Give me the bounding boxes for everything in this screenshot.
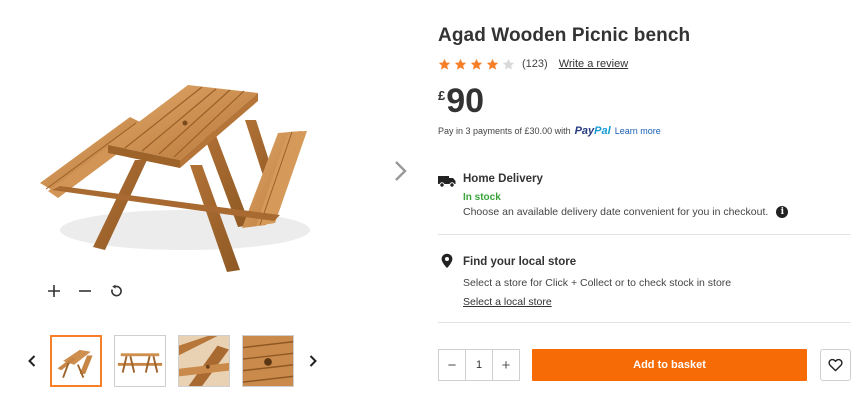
find-store-heading: Find your local store: [463, 256, 577, 268]
home-delivery-heading: Home Delivery: [463, 173, 543, 185]
next-image-button[interactable]: [392, 158, 410, 184]
paypal-logo: PayPal: [574, 125, 611, 137]
main-product-image[interactable]: [30, 65, 320, 280]
chevron-right-icon: [309, 355, 317, 367]
info-icon[interactable]: i: [776, 206, 789, 218]
truck-icon: [437, 173, 457, 189]
star-filled-icon: [470, 58, 483, 70]
quantity-decrease-button[interactable]: −: [439, 350, 465, 380]
star-rating: [438, 58, 515, 71]
thumbnails-next-button[interactable]: [306, 352, 320, 370]
thumbnail-image: [57, 349, 93, 378]
thumbnail-2[interactable]: [114, 335, 166, 387]
star-filled-icon: [454, 58, 467, 70]
chevron-left-icon: [28, 355, 36, 367]
thumbnails-prev-button[interactable]: [25, 352, 39, 370]
picnic-bench-image: [40, 85, 310, 272]
store-description: Select a store for Click + Collect or to…: [463, 277, 732, 289]
quantity-input[interactable]: 1: [465, 350, 493, 380]
delivery-info: Choose an available delivery date conven…: [463, 206, 789, 218]
thumbnail-image: [117, 353, 163, 373]
write-review-link[interactable]: Write a review: [559, 58, 628, 70]
product-rating[interactable]: (123) Write a review: [438, 56, 628, 72]
zoom-in-button[interactable]: [45, 282, 63, 300]
price-amount: 90: [446, 82, 485, 120]
thumbnail-image: [243, 336, 293, 386]
price-currency: £: [438, 88, 446, 103]
quantity-stepper: − 1 +: [438, 349, 520, 381]
plus-icon: [48, 285, 60, 297]
star-empty-icon: [502, 58, 515, 70]
wishlist-button[interactable]: [820, 349, 851, 381]
quantity-increase-button[interactable]: +: [493, 350, 519, 380]
minus-icon: [79, 290, 91, 292]
zoom-out-button[interactable]: [76, 282, 94, 300]
select-local-store-link[interactable]: Select a local store: [463, 296, 552, 308]
section-divider: [438, 234, 851, 235]
reset-zoom-button[interactable]: [107, 282, 125, 300]
location-pin-icon: [440, 253, 460, 269]
product-price: £ 90: [438, 82, 484, 122]
star-filled-icon: [486, 58, 499, 70]
rotate-icon: [111, 284, 122, 297]
thumbnail-3[interactable]: [178, 335, 230, 387]
thumbnail-image: [179, 336, 229, 386]
heart-icon: [828, 358, 843, 372]
star-filled-icon: [438, 58, 451, 70]
paypal-text: Pay in 3 payments of £30.00 with: [438, 126, 571, 136]
product-title: Agad Wooden Picnic bench: [438, 25, 691, 46]
thumbnail-1[interactable]: [50, 335, 102, 387]
product-gallery: [0, 0, 420, 414]
chevron-right-icon: [395, 161, 407, 181]
section-divider: [438, 322, 851, 323]
add-to-basket-button[interactable]: Add to basket: [532, 349, 807, 381]
thumbnail-4[interactable]: [242, 335, 294, 387]
stock-status: In stock: [463, 192, 501, 203]
paypal-instalments: Pay in 3 payments of £30.00 with PayPal …: [438, 125, 661, 137]
review-count: (123): [522, 58, 548, 70]
delivery-description: Choose an available delivery date conven…: [463, 206, 769, 218]
paypal-learn-more-link[interactable]: Learn more: [615, 126, 661, 136]
